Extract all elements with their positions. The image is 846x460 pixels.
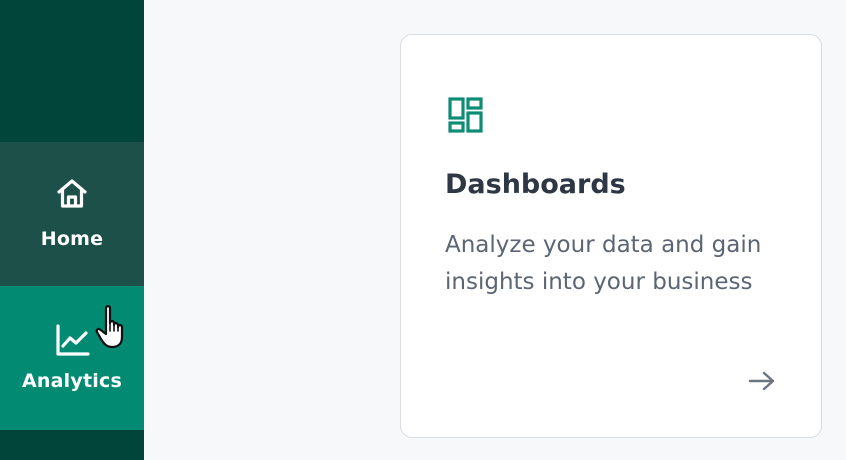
- card-description: Analyze your data and gain insights into…: [445, 232, 762, 295]
- sidebar-item-analytics[interactable]: Analytics: [0, 286, 144, 430]
- home-icon: [57, 179, 87, 208]
- sidebar-item-label: Home: [40, 228, 104, 250]
- sidebar-item-home[interactable]: Home: [0, 142, 144, 286]
- line-chart-icon: [56, 324, 90, 356]
- sidebar-item-label: Analytics: [22, 370, 122, 392]
- sidebar: Home Analytics: [0, 0, 144, 460]
- card-title: Dashboards: [445, 169, 626, 200]
- dashboards-card[interactable]: Dashboards Analyze your data and gain in…: [400, 34, 822, 438]
- dashboard-grid-icon: [448, 97, 483, 133]
- arrow-right-icon[interactable]: [747, 369, 777, 393]
